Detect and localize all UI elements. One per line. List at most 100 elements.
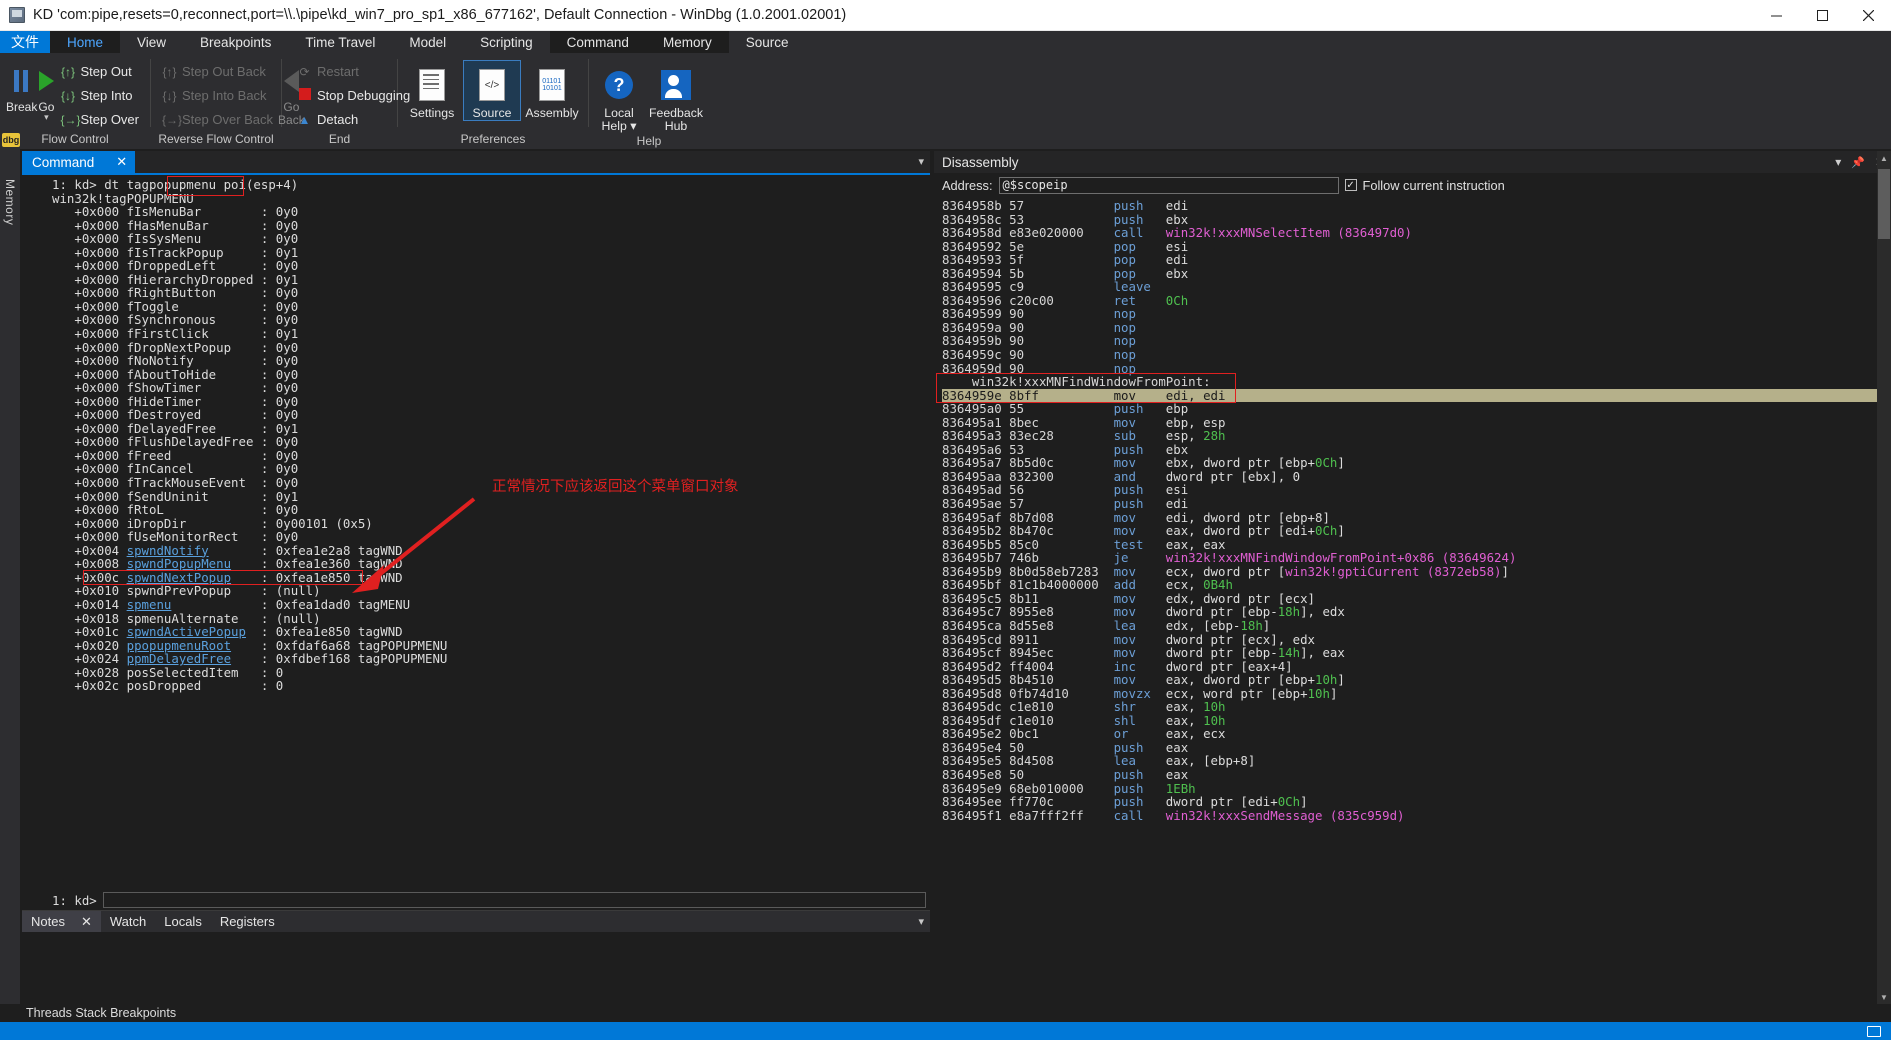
disassembly-row[interactable]: 836495a0 55 push ebp bbox=[942, 402, 1891, 416]
follow-current-instruction-checkbox[interactable]: ✓ bbox=[1344, 179, 1357, 191]
close-button[interactable] bbox=[1845, 0, 1891, 31]
disassembly-row[interactable]: 8364958b 57 push edi bbox=[942, 199, 1891, 213]
bottom-tab-strip: Notes ✕ Watch Locals Registers ▾ bbox=[22, 910, 930, 932]
tab-home[interactable]: Home bbox=[50, 31, 121, 53]
scroll-thumb[interactable] bbox=[1878, 169, 1890, 239]
assembly-button[interactable]: 01101 10101 Assembly bbox=[524, 61, 580, 120]
disassembly-row[interactable]: 836495a6 53 push ebx bbox=[942, 443, 1891, 457]
source-button[interactable]: </> Source bbox=[463, 59, 521, 122]
step-over-button[interactable]: {→} Step Over bbox=[55, 108, 144, 131]
feedback-hub-button[interactable]: Feedback Hub bbox=[649, 61, 703, 134]
disassembly-row[interactable]: 836495b2 8b470c mov eax, dword ptr [edi+… bbox=[942, 524, 1891, 538]
disassembly-row[interactable]: 836495e9 68eb010000 push 1EBh bbox=[942, 781, 1891, 796]
chevron-down-icon[interactable]: ▾ bbox=[44, 112, 49, 121]
disassembly-row[interactable]: 836495d2 ff4004 inc dword ptr [eax+4] bbox=[942, 659, 1891, 674]
notes-body[interactable] bbox=[22, 932, 930, 1004]
restart-button[interactable]: ⟳ Restart bbox=[292, 60, 415, 83]
disassembly-row[interactable]: 83649596 c20c00 ret 0Ch bbox=[942, 294, 1891, 308]
group-label-flow-control: Flow Control bbox=[41, 132, 109, 146]
disassembly-row[interactable]: 836495c5 8b11 mov edx, dword ptr [ecx] bbox=[942, 592, 1891, 606]
disassembly-row[interactable]: 836495e5 8d4508 lea eax, [ebp+8] bbox=[942, 754, 1891, 768]
disassembly-row[interactable]: 836495bf 81c1b4000000 add ecx, 0B4h bbox=[942, 578, 1891, 592]
scroll-down-icon[interactable]: ▼ bbox=[1877, 990, 1891, 1004]
disassembly-row[interactable]: 836495ca 8d55e8 lea edx, [ebp-18h] bbox=[942, 619, 1891, 633]
disassembly-row[interactable]: 836495a7 8b5d0c mov ebx, dword ptr [ebp+… bbox=[942, 456, 1891, 470]
address-input[interactable]: @$scopeip bbox=[998, 176, 1339, 194]
disassembly-row[interactable]: 836495a3 83ec28 sub esp, 28h bbox=[942, 429, 1891, 443]
memory-dock-label[interactable]: Memory bbox=[3, 179, 17, 225]
disassembly-row[interactable]: 83649594 5b pop ebx bbox=[942, 266, 1891, 281]
disassembly-row[interactable]: 836495c7 8955e8 mov dword ptr [ebp-18h],… bbox=[942, 605, 1891, 619]
settings-button[interactable]: Settings bbox=[404, 61, 460, 120]
step-over-back-button[interactable]: {→} Step Over Back bbox=[157, 108, 278, 131]
tab-source[interactable]: Source bbox=[729, 31, 806, 53]
disassembly-row[interactable]: 83649595 c9 leave bbox=[942, 280, 1891, 294]
symbol-link[interactable]: ppmDelayedFree bbox=[127, 651, 231, 666]
maximize-button[interactable] bbox=[1799, 0, 1845, 31]
disassembly-row[interactable]: 836495af 8b7d08 mov edi, dword ptr [ebp+… bbox=[942, 510, 1891, 525]
break-button[interactable]: Break bbox=[6, 58, 37, 114]
tab-time-travel[interactable]: Time Travel bbox=[288, 31, 392, 53]
disassembly-listing[interactable]: 8364958b 57 push edi 8364958c 53 push ebx… bbox=[934, 197, 1891, 1004]
disassembly-row[interactable]: 8364959b 90 nop bbox=[942, 334, 1891, 348]
disassembly-row[interactable]: 836495ee ff770c push dword ptr [edi+0Ch] bbox=[942, 795, 1891, 809]
tab-registers[interactable]: Registers bbox=[211, 911, 284, 932]
disassembly-row[interactable]: 836495cd 8911 mov dword ptr [ecx], edx bbox=[942, 632, 1891, 647]
disassembly-scrollbar[interactable]: ▲ ▼ bbox=[1877, 151, 1891, 1004]
notification-icon[interactable] bbox=[1867, 1025, 1881, 1037]
disassembly-row[interactable]: 836495d5 8b4510 mov eax, dword ptr [ebp+… bbox=[942, 673, 1891, 687]
disassembly-row[interactable]: 836495dc c1e810 shr eax, 10h bbox=[942, 700, 1891, 714]
go-button[interactable]: Go ▾ bbox=[37, 58, 55, 121]
disassembly-row[interactable]: 8364959a 90 nop bbox=[942, 321, 1891, 335]
command-output[interactable]: 1: kd> dt tagpopupmenu poi(esp+4) win32k!… bbox=[22, 175, 930, 890]
step-into-button[interactable]: {↓} Step Into bbox=[55, 84, 144, 107]
detach-button[interactable]: ▲ Detach bbox=[292, 108, 415, 131]
disassembly-row[interactable]: 836495a1 8bec mov ebp, esp bbox=[942, 415, 1891, 430]
disassembly-row[interactable]: 83649592 5e pop esi bbox=[942, 239, 1891, 254]
step-into-back-button[interactable]: {↓} Step Into Back bbox=[157, 84, 278, 107]
tab-locals[interactable]: Locals bbox=[155, 911, 211, 932]
step-out-back-button[interactable]: {↑} Step Out Back bbox=[157, 60, 278, 83]
command-input[interactable] bbox=[102, 892, 926, 908]
step-out-button[interactable]: {↑} Step Out bbox=[55, 60, 144, 83]
tab-notes[interactable]: Notes ✕ bbox=[22, 911, 101, 932]
stop-debugging-button[interactable]: Stop Debugging bbox=[292, 84, 415, 107]
tab-command-window[interactable]: Command ✕ bbox=[22, 151, 136, 173]
tab-breakpoints[interactable]: Breakpoints bbox=[183, 31, 288, 53]
disassembly-row[interactable]: 836495d8 0fb74d10 movzx ecx, word ptr [e… bbox=[942, 686, 1891, 701]
tab-file[interactable]: 文件 bbox=[0, 31, 50, 53]
minimize-button[interactable] bbox=[1753, 0, 1799, 31]
tab-command[interactable]: Command bbox=[549, 31, 646, 53]
disassembly-row[interactable]: 8364959c 90 nop bbox=[942, 348, 1891, 362]
disassembly-row[interactable]: 8364958c 53 push ebx bbox=[942, 212, 1891, 227]
tab-scripting[interactable]: Scripting bbox=[463, 31, 550, 53]
disassembly-row[interactable]: 836495e2 0bc1 or eax, ecx bbox=[942, 727, 1891, 741]
disassembly-row[interactable]: 836495e4 50 push eax bbox=[942, 741, 1891, 755]
disassembly-row[interactable]: 836495ae 57 push edi bbox=[942, 497, 1891, 511]
disassembly-row[interactable]: 836495e8 50 push eax bbox=[942, 768, 1891, 782]
pin-icon[interactable]: 📌 bbox=[1851, 156, 1865, 169]
disassembly-row[interactable]: 83649599 90 nop bbox=[942, 307, 1891, 321]
disassembly-row[interactable]: 836495b7 746b je win32k!xxxMNFindWindowF… bbox=[942, 551, 1891, 565]
chevron-down-icon[interactable]: ▾ bbox=[918, 155, 924, 168]
disassembly-row[interactable]: 836495b5 85c0 test eax, eax bbox=[942, 537, 1891, 552]
scroll-up-icon[interactable]: ▲ bbox=[1877, 151, 1891, 165]
tab-watch[interactable]: Watch bbox=[101, 911, 155, 932]
disassembly-row[interactable]: 836495cf 8945ec mov dword ptr [ebp-14h],… bbox=[942, 646, 1891, 660]
close-icon[interactable]: ✕ bbox=[81, 914, 92, 930]
local-help-button[interactable]: ? Local Help ▾ bbox=[595, 61, 643, 134]
disassembly-row[interactable]: 8364958d e83e020000 call win32k!xxxMNSel… bbox=[942, 226, 1891, 240]
disassembly-row[interactable]: 83649593 5f pop edi bbox=[942, 253, 1891, 267]
close-icon[interactable]: ✕ bbox=[116, 154, 127, 170]
tab-memory[interactable]: Memory bbox=[645, 31, 729, 53]
disassembly-row[interactable]: 836495b9 8b0d58eb7283 mov ecx, dword ptr… bbox=[942, 564, 1891, 579]
tab-view[interactable]: View bbox=[120, 31, 183, 53]
chevron-down-icon[interactable]: ▾ bbox=[1835, 155, 1841, 169]
chevron-down-icon[interactable]: ▾ bbox=[918, 915, 924, 928]
disassembly-row[interactable]: 836495aa 832300 and dword ptr [ebx], 0 bbox=[942, 470, 1891, 484]
symbol-link[interactable]: spmenu bbox=[127, 597, 172, 612]
disassembly-row[interactable]: 836495ad 56 push esi bbox=[942, 483, 1891, 497]
tab-model[interactable]: Model bbox=[392, 31, 463, 53]
disassembly-row[interactable]: 836495df c1e010 shl eax, 10h bbox=[942, 714, 1891, 728]
disassembly-row[interactable]: 836495f1 e8a7fff2ff call win32k!xxxSendM… bbox=[942, 808, 1891, 823]
